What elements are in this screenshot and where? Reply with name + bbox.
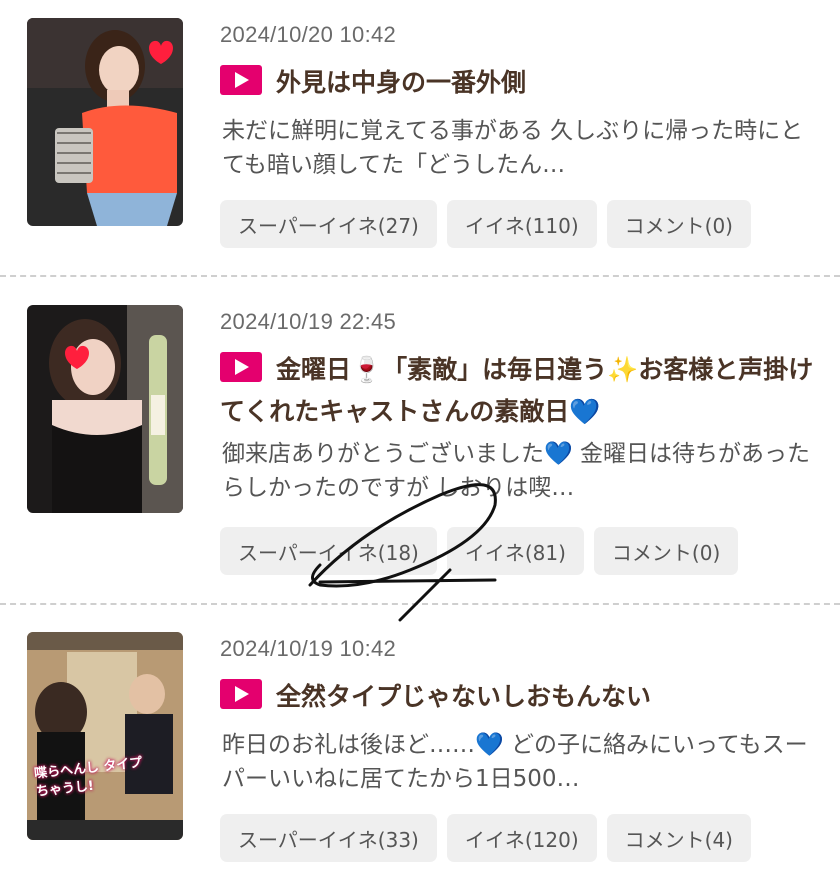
play-icon <box>220 65 262 95</box>
post-title-row[interactable]: 外見は中身の一番外側 <box>220 62 820 104</box>
play-icon <box>220 352 262 382</box>
post-date: 2024/10/20 10:42 <box>220 22 397 47</box>
post-thumbnail[interactable]: 喋らへんし タイプちゃうし! <box>27 632 183 840</box>
post-title[interactable]: 全然タイプじゃないしおもんない <box>276 682 651 711</box>
post-title-row[interactable]: 金曜日🍷「素敵」は毎日違う✨お客様と声掛けてくれたキャストさんの素敵日💙 <box>220 349 820 433</box>
post-thumbnail[interactable] <box>27 18 183 226</box>
post-title-row[interactable]: 全然タイプじゃないしおもんない <box>220 676 820 718</box>
post-divider <box>0 603 840 605</box>
post-date: 2024/10/19 22:45 <box>220 309 397 334</box>
post-thumbnail[interactable] <box>27 305 183 513</box>
like-button[interactable]: イイネ(81) <box>446 527 584 575</box>
reaction-buttons: スーパーイイネ(27) イイネ(110) コメント(0) <box>220 200 751 248</box>
post-title[interactable]: 外見は中身の一番外側 <box>276 68 526 97</box>
post-divider <box>0 275 840 277</box>
post-excerpt[interactable]: 御来店ありがとうございました💙 金曜日は待ちがあったらしかったのですが しおりは… <box>222 437 812 505</box>
super-like-button[interactable]: スーパーイイネ(27) <box>220 200 437 248</box>
post-title[interactable]: 金曜日🍷「素敵」は毎日違う✨お客様と声掛けてくれたキャストさんの素敵日💙 <box>220 355 813 426</box>
reaction-buttons: スーパーイイネ(33) イイネ(120) コメント(4) <box>220 814 751 862</box>
post-excerpt[interactable]: 昨日のお礼は後ほど……💙 どの子に絡みにいってもスーパーいいねに居てたから1日5… <box>222 728 812 796</box>
play-icon <box>220 679 262 709</box>
like-button[interactable]: イイネ(110) <box>446 200 597 248</box>
post-excerpt[interactable]: 未だに鮮明に覚えてる事がある 久しぶりに帰った時にとても暗い顔してた「どうしたん… <box>222 114 812 182</box>
comment-button[interactable]: コメント(4) <box>606 814 751 862</box>
super-like-button[interactable]: スーパーイイネ(18) <box>220 527 437 575</box>
like-button[interactable]: イイネ(120) <box>446 814 597 862</box>
comment-button[interactable]: コメント(0) <box>606 200 751 248</box>
comment-button[interactable]: コメント(0) <box>593 527 739 575</box>
super-like-button[interactable]: スーパーイイネ(33) <box>220 814 437 862</box>
reaction-buttons: スーパーイイネ(18) イイネ(81) コメント(0) <box>220 527 739 575</box>
post-date: 2024/10/19 10:42 <box>220 636 397 661</box>
